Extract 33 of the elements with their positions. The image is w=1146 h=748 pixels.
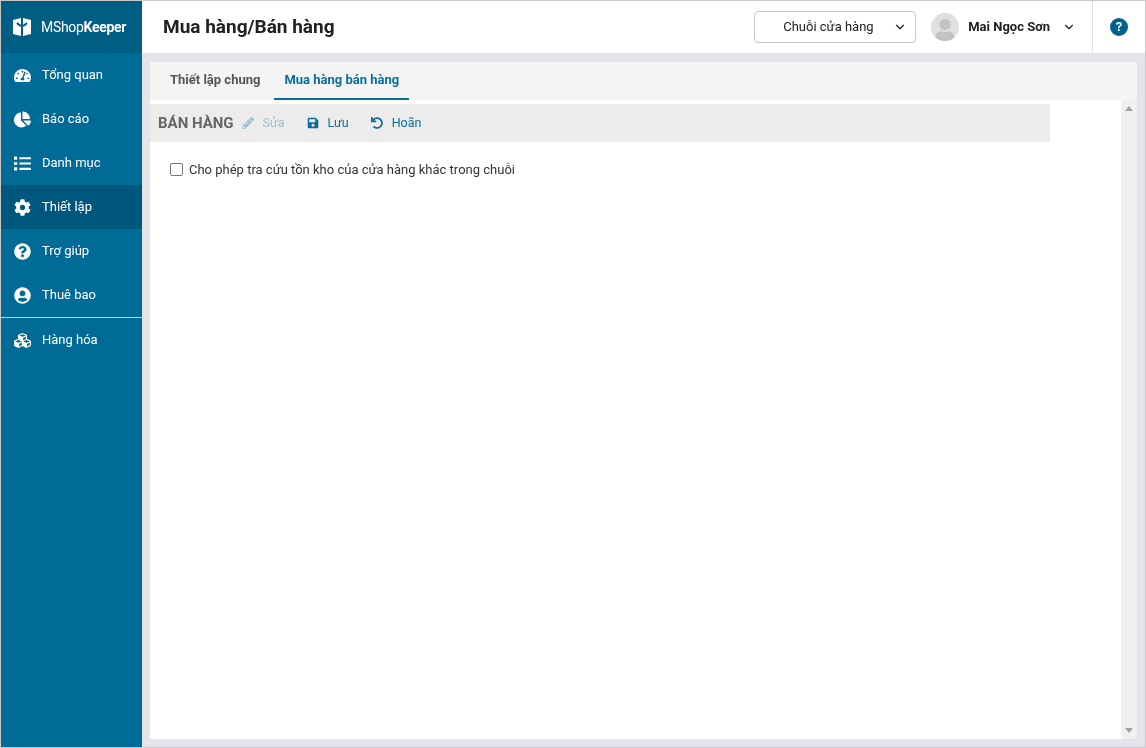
page-title: Mua hàng/Bán hàng	[163, 13, 336, 40]
nav-item[interactable]: Tổng quan	[1, 53, 142, 97]
pencil-icon	[241, 117, 254, 129]
settings-icon	[12, 198, 32, 216]
checkbox[interactable]	[170, 163, 183, 177]
list-icon	[12, 154, 32, 172]
gauge-icon	[12, 66, 32, 84]
nav-item[interactable]: Báo cáo	[1, 97, 142, 141]
nav-item[interactable]: Hàng hóa	[1, 318, 142, 362]
nav-item[interactable]: Trợ giúp	[1, 229, 142, 273]
scroll-down-icon[interactable]	[1125, 728, 1133, 733]
user-icon	[12, 286, 32, 304]
pie-chart-icon	[12, 110, 32, 128]
scrollbar[interactable]	[1121, 100, 1137, 739]
avatar	[931, 13, 960, 41]
tab[interactable]: Thiết lập chung	[160, 62, 271, 100]
undo-icon	[370, 117, 383, 129]
user-menu[interactable]: Mai Ngọc Sơn	[968, 17, 1076, 37]
section-title: BÁN HÀNG	[158, 112, 234, 134]
logo-icon	[11, 17, 33, 37]
help-button[interactable]: ?	[1110, 18, 1128, 36]
store-select[interactable]: Chuỗi cửa hàng	[754, 11, 917, 43]
save-icon	[306, 117, 319, 129]
cubes-icon	[12, 331, 32, 349]
help-icon	[12, 242, 32, 260]
scroll-up-icon[interactable]	[1125, 106, 1133, 111]
toolbar-button[interactable]: Lưu	[306, 113, 349, 133]
nav-item[interactable]: Thuê bao	[1, 273, 142, 317]
checkbox-label: Cho phép tra cứu tồn kho của cửa hàng khác trong chuỗi	[189, 161, 515, 179]
logo-text: MShopKeeper	[41, 17, 127, 37]
nav-item[interactable]: Danh mục	[1, 141, 142, 185]
toolbar-button[interactable]: Hoãn	[370, 113, 422, 133]
nav-item[interactable]: Thiết lập	[1, 185, 142, 229]
